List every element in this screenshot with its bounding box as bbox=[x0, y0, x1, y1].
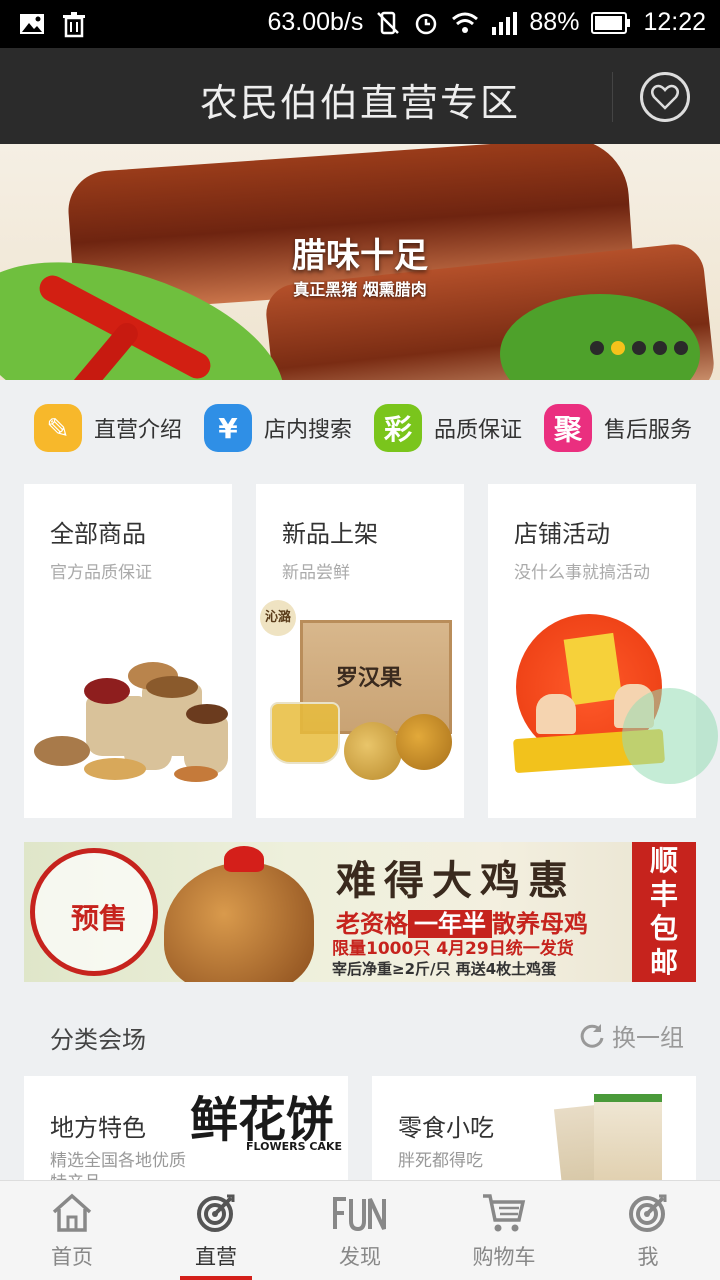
stamp-text: 预售 bbox=[70, 902, 127, 935]
quick-link-search[interactable]: ¥ 店内搜索 bbox=[204, 404, 358, 452]
pencil-icon: ✎ bbox=[34, 404, 82, 452]
battery-icon bbox=[591, 11, 631, 34]
card-subtitle: 胖死都得吃 bbox=[398, 1151, 483, 1171]
card-snacks[interactable]: 零食小吃 胖死都得吃 bbox=[372, 1076, 696, 1186]
battery-percent: 88% bbox=[529, 8, 580, 36]
divider bbox=[612, 72, 613, 122]
tab-direct[interactable]: 直营 bbox=[144, 1181, 288, 1280]
card-title: 零食小吃 bbox=[398, 1114, 494, 1142]
card-new-arrivals[interactable]: 新品上架 新品尝鲜 沁潞 罗汉果 bbox=[256, 484, 464, 818]
carousel-dot-active[interactable] bbox=[611, 341, 625, 355]
target-icon bbox=[629, 1194, 667, 1232]
carousel-dot[interactable] bbox=[632, 341, 646, 355]
card-subtitle: 没什么事就搞活动 bbox=[514, 563, 650, 583]
tab-label: 首页 bbox=[51, 1245, 93, 1269]
banner-subtitle: 真正黑猪 烟熏腊肉 bbox=[293, 280, 427, 299]
card-title: 地方特色 bbox=[50, 1114, 146, 1142]
quick-link-service[interactable]: 聚 售后服务 bbox=[544, 404, 698, 452]
quick-links: ✎ 直营介绍 ¥ 店内搜索 彩 品质保证 聚 售后服务 bbox=[0, 380, 720, 476]
signal-icon bbox=[492, 11, 518, 35]
tab-cart[interactable]: 购物车 bbox=[432, 1181, 576, 1280]
carousel-dots bbox=[590, 341, 688, 355]
hen-image bbox=[164, 862, 314, 982]
ju-icon: 聚 bbox=[544, 404, 592, 452]
status-bar: 63.00b/s 88% 12:22 bbox=[0, 0, 720, 48]
vibrate-off-icon bbox=[377, 11, 400, 34]
tab-label: 我 bbox=[637, 1245, 659, 1269]
refresh-icon bbox=[580, 1023, 604, 1048]
trash-icon bbox=[63, 12, 85, 38]
clock: 12:22 bbox=[643, 8, 706, 36]
heart-icon bbox=[651, 84, 679, 110]
card-subtitle: 官方品质保证 bbox=[50, 563, 152, 583]
cai-icon: 彩 bbox=[374, 404, 422, 452]
tab-label: 直营 bbox=[195, 1245, 237, 1269]
hero-banner[interactable]: 腊味十足 真正黑猪 烟熏腊肉 bbox=[0, 144, 720, 380]
promo-banner[interactable]: 预售 难得大鸡惠 老资格 一年半 散养母鸡 限量1000只 4月29日统一发货 宰后… bbox=[24, 842, 696, 982]
quick-link-label: 直营介绍 bbox=[94, 418, 183, 443]
tab-label: 购物车 bbox=[472, 1245, 536, 1269]
title-bar: 农民伯伯直营专区 bbox=[0, 48, 720, 144]
card-title: 店铺活动 bbox=[514, 520, 610, 548]
card-all-products[interactable]: 全部商品 官方品质保证 bbox=[24, 484, 232, 818]
quick-link-label: 品质保证 bbox=[434, 418, 523, 443]
quick-link-label: 店内搜索 bbox=[264, 418, 353, 443]
tab-bar: 首页 直营 发现 购物车 我 bbox=[0, 1180, 720, 1280]
wifi-icon bbox=[452, 12, 479, 33]
tab-home[interactable]: 首页 bbox=[0, 1181, 144, 1280]
refresh-button[interactable]: 换一组 bbox=[578, 1018, 684, 1053]
quick-link-intro[interactable]: ✎ 直营介绍 bbox=[34, 404, 188, 452]
refresh-label: 换一组 bbox=[612, 1024, 684, 1052]
presale-stamp: 预售 bbox=[30, 848, 158, 976]
promo-line: 限量1000只 4月29日统一发货 bbox=[332, 939, 574, 959]
target-icon bbox=[197, 1194, 235, 1232]
floating-action-button[interactable] bbox=[622, 688, 718, 784]
tab-discover[interactable]: 发现 bbox=[288, 1181, 432, 1280]
card-local-specialty[interactable]: 地方特色 精选全国各地优质特产品 鲜花饼 FLOWERS CAKE bbox=[24, 1076, 348, 1186]
image-icon bbox=[20, 14, 44, 34]
card-subtitle: 新品尝鲜 bbox=[282, 563, 350, 583]
cart-icon bbox=[483, 1194, 526, 1232]
quick-link-label: 售后服务 bbox=[604, 418, 693, 443]
promo-line: 宰后净重≥2斤/只 再送4枚土鸡蛋 bbox=[332, 960, 557, 978]
carousel-dot[interactable] bbox=[653, 341, 667, 355]
favorite-button[interactable] bbox=[640, 72, 690, 122]
quick-link-quality[interactable]: 彩 品质保证 bbox=[374, 404, 528, 452]
alarm-icon bbox=[416, 13, 437, 34]
fun-icon bbox=[333, 1197, 386, 1232]
section-title: 分类会场 bbox=[50, 1026, 146, 1054]
tab-label: 发现 bbox=[339, 1245, 381, 1269]
carousel-dot[interactable] bbox=[674, 341, 688, 355]
hen-comb bbox=[224, 846, 264, 872]
carousel-dot[interactable] bbox=[590, 341, 604, 355]
home-icon bbox=[52, 1193, 92, 1232]
network-speed: 63.00b/s bbox=[267, 8, 364, 36]
promo-title: 难得大鸡惠 bbox=[336, 857, 576, 904]
card-title: 新品上架 bbox=[282, 520, 378, 548]
banner-title: 腊味十足 bbox=[292, 236, 428, 276]
active-tab-indicator bbox=[180, 1276, 252, 1280]
yen-icon: ¥ bbox=[204, 404, 252, 452]
card-title: 全部商品 bbox=[50, 520, 146, 548]
shipping-badge: 顺丰包邮 bbox=[632, 842, 696, 982]
tab-me[interactable]: 我 bbox=[576, 1181, 720, 1280]
flower-cake-sub: FLOWERS CAKE bbox=[246, 1140, 342, 1153]
